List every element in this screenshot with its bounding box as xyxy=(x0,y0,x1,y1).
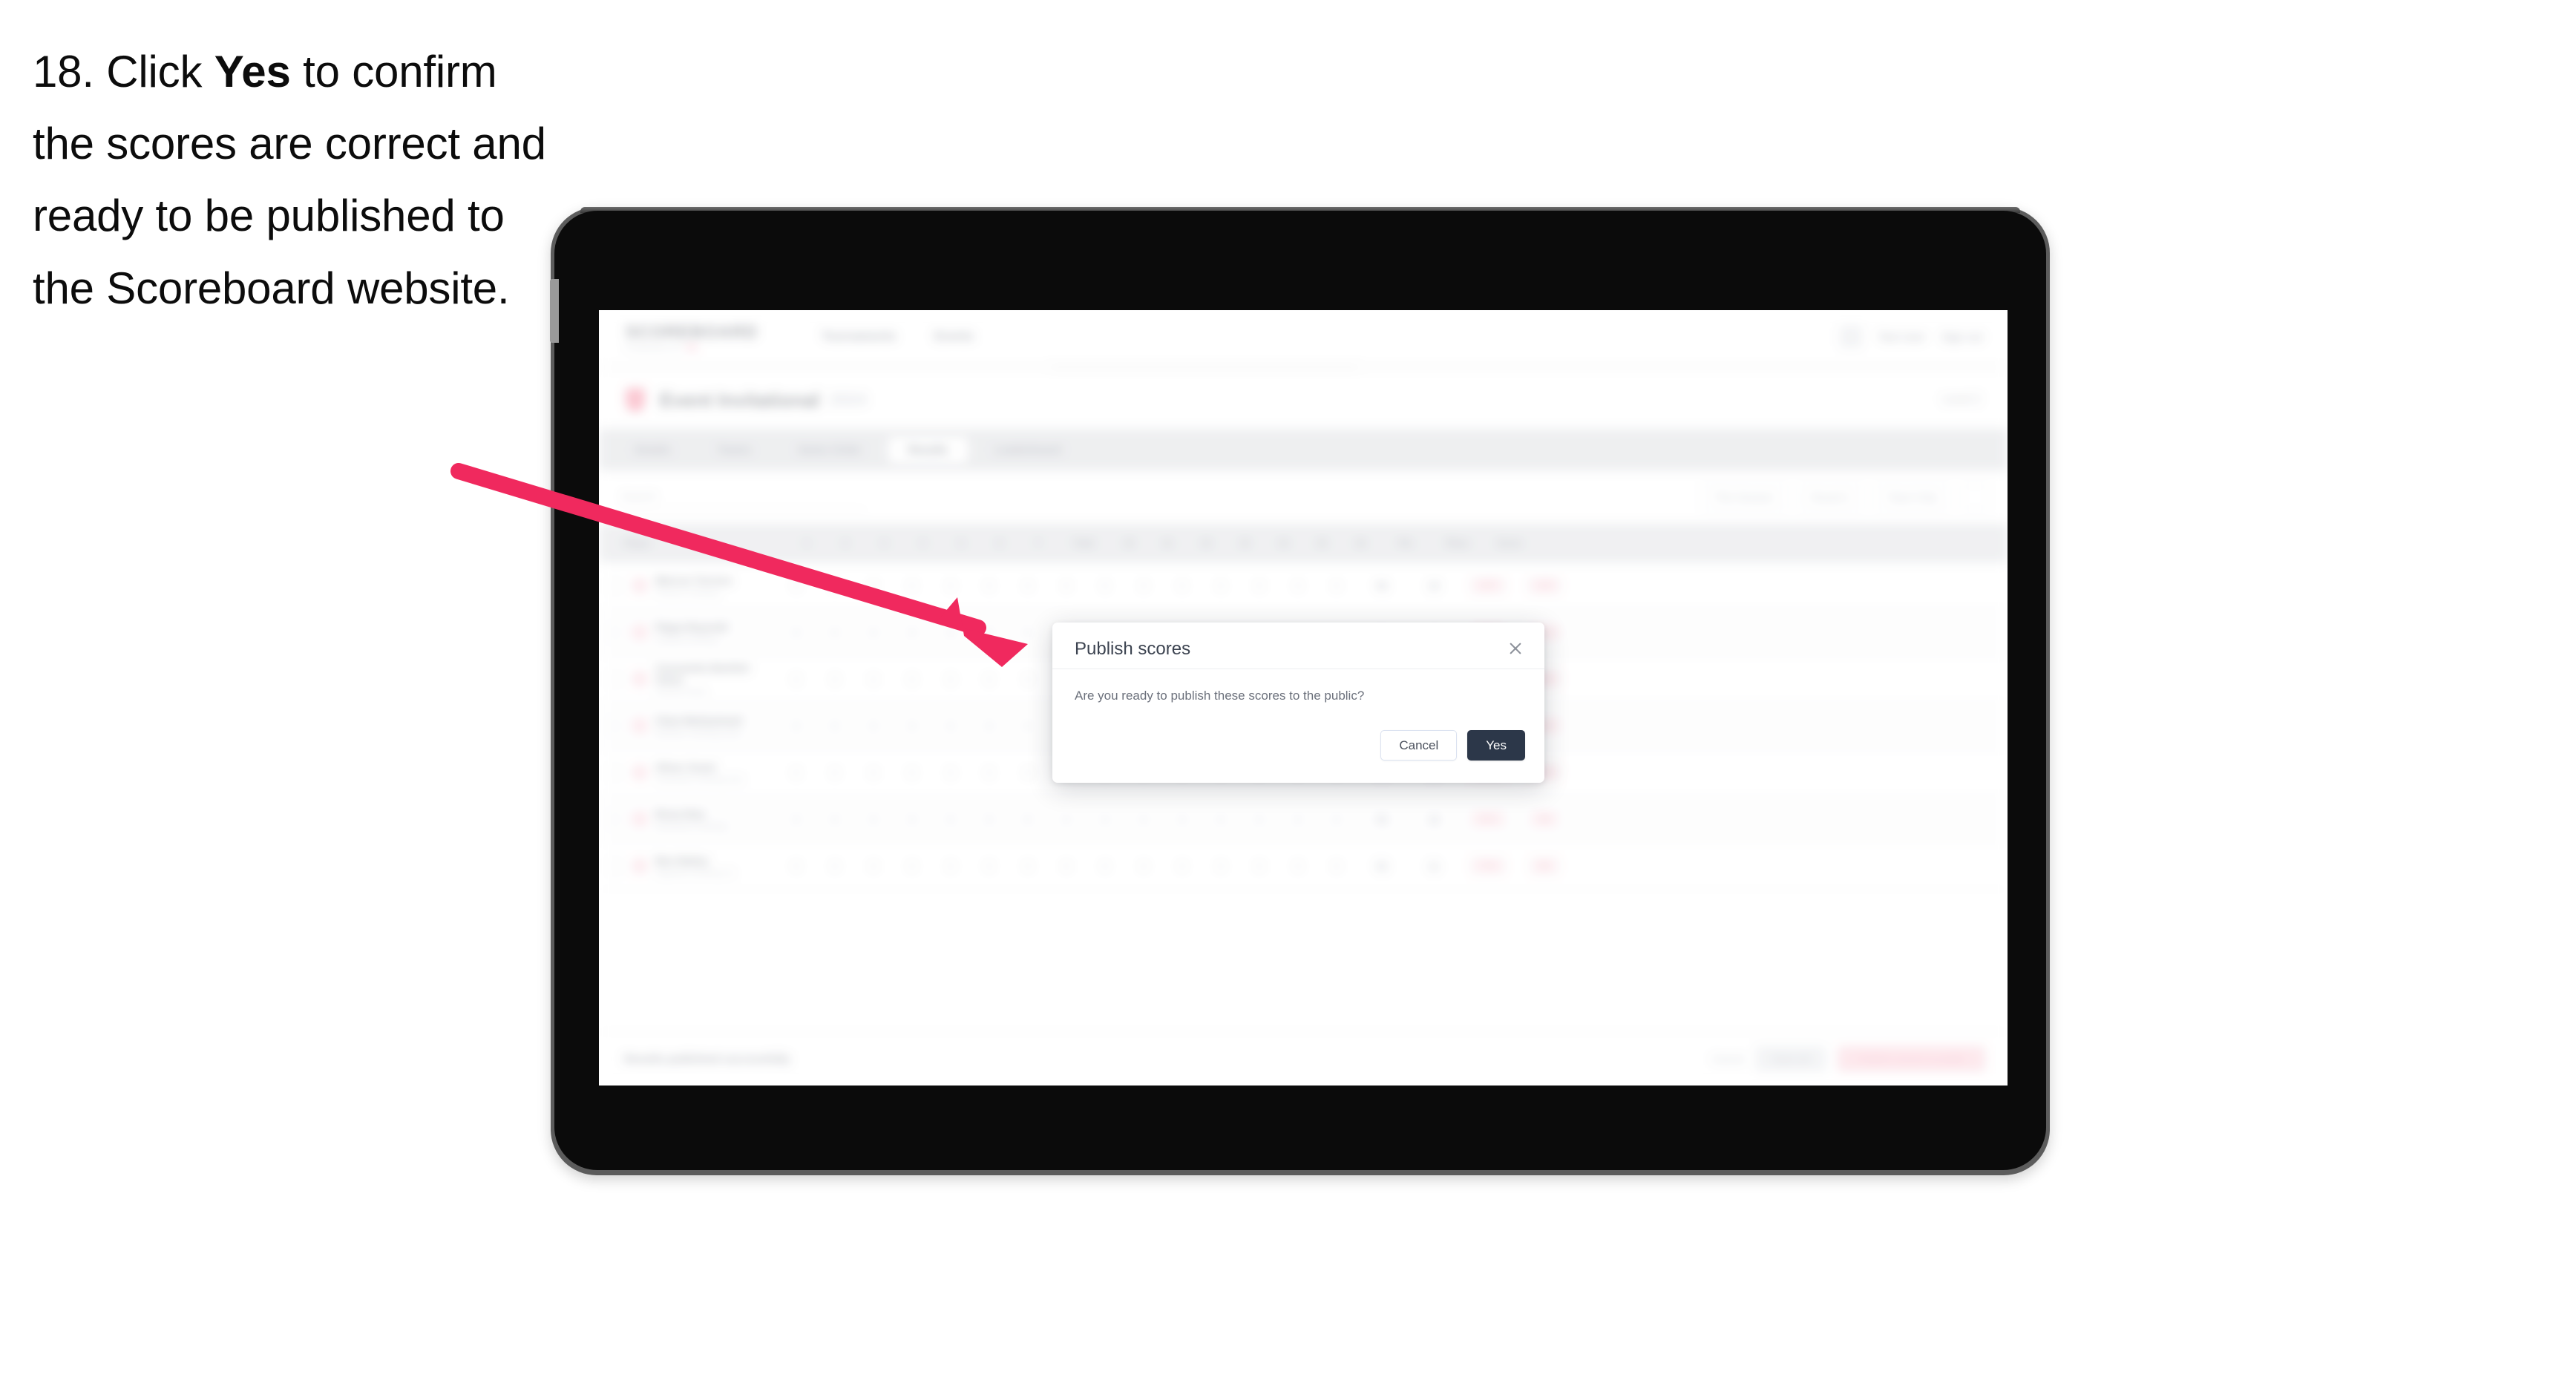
tablet-device: SCOREBOARD POWERED BY SB Tournaments Eve… xyxy=(550,207,2050,1175)
dialog-actions: Cancel Yes xyxy=(1052,711,1544,783)
dialog-body: Are you ready to publish these scores to… xyxy=(1052,669,1544,711)
device-side-button[interactable] xyxy=(550,279,559,343)
instruction-text: 18. Click Yes to confirm the scores are … xyxy=(33,36,552,324)
tablet-screen: SCOREBOARD POWERED BY SB Tournaments Eve… xyxy=(599,310,2008,1086)
device-bezel: SCOREBOARD POWERED BY SB Tournaments Eve… xyxy=(550,211,2046,1170)
cancel-button[interactable]: Cancel xyxy=(1380,729,1458,761)
instruction-before: Click xyxy=(106,47,203,96)
yes-button[interactable]: Yes xyxy=(1467,729,1525,761)
close-icon[interactable] xyxy=(1506,639,1525,658)
instruction-emphasis: Yes xyxy=(214,47,291,96)
publish-scores-dialog: Publish scores Are you ready to publish … xyxy=(1052,623,1544,783)
dialog-message: Are you ready to publish these scores to… xyxy=(1075,689,1365,703)
dialog-title: Publish scores xyxy=(1075,639,1191,659)
step-number: 18. xyxy=(33,47,94,96)
dialog-header: Publish scores xyxy=(1052,623,1544,669)
